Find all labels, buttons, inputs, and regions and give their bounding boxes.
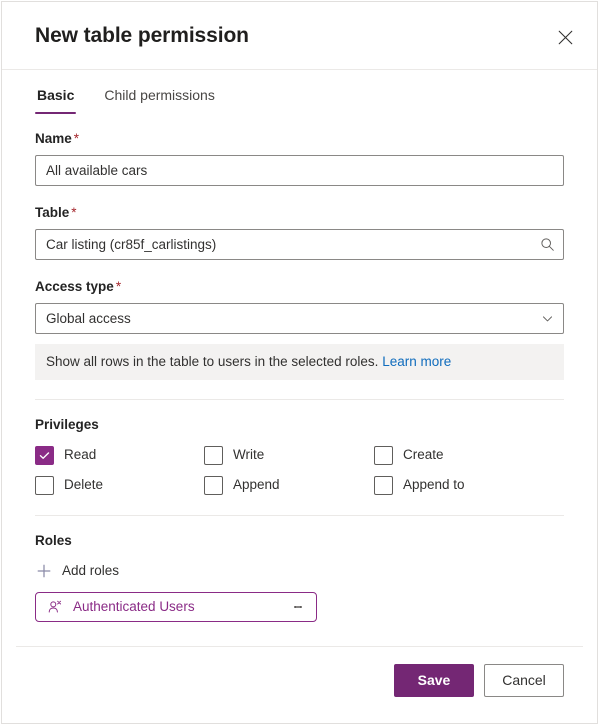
privilege-delete-label: Delete <box>64 477 104 492</box>
privilege-append-to-label: Append to <box>403 477 465 492</box>
learn-more-link[interactable]: Learn more <box>382 354 451 369</box>
table-label: Table * <box>35 204 564 222</box>
chevron-down-icon[interactable] <box>532 304 563 333</box>
add-roles-label: Add roles <box>62 563 120 578</box>
name-label: Name * <box>35 130 564 148</box>
privileges-divider <box>35 399 564 400</box>
tab-basic[interactable]: Basic <box>35 85 77 114</box>
role-chip-authenticated-users[interactable]: Authenticated Users <box>35 592 317 622</box>
name-field-group: Name * <box>35 130 564 186</box>
checkbox-read[interactable] <box>35 445 54 465</box>
privilege-write[interactable]: Write <box>204 444 374 466</box>
roles-section-title: Roles <box>35 533 72 548</box>
privilege-append-to[interactable]: Append to <box>374 474 564 496</box>
tab-child-permissions[interactable]: Child permissions <box>102 85 216 114</box>
privilege-read[interactable]: Read <box>35 444 204 466</box>
privilege-create[interactable]: Create <box>374 444 564 466</box>
access-type-label-text: Access type <box>35 279 114 294</box>
access-type-label: Access type * <box>35 278 564 296</box>
access-type-field-group: Access type * <box>35 278 564 334</box>
roles-divider <box>35 515 564 516</box>
checkbox-delete[interactable] <box>35 475 54 495</box>
name-required-asterisk: * <box>73 131 80 146</box>
person-icon <box>46 599 63 616</box>
name-label-text: Name <box>35 131 72 146</box>
dialog-header: New table permission <box>2 2 597 70</box>
more-vertical-icon[interactable] <box>290 597 306 617</box>
table-required-asterisk: * <box>71 205 77 220</box>
close-icon <box>558 30 573 45</box>
role-chip-label: Authenticated Users <box>73 599 195 614</box>
cancel-button[interactable]: Cancel <box>484 664 564 697</box>
privilege-delete[interactable]: Delete <box>35 474 204 496</box>
name-input[interactable] <box>35 155 564 186</box>
checkbox-write[interactable] <box>204 445 223 465</box>
privilege-append-label: Append <box>233 477 280 492</box>
access-type-helper-text: Show all rows in the table to users in t… <box>46 354 379 369</box>
dialog-footer: Save Cancel <box>16 646 583 723</box>
access-type-select[interactable] <box>35 303 564 334</box>
checkbox-append-to[interactable] <box>374 475 393 495</box>
access-type-required-asterisk: * <box>115 279 122 294</box>
privilege-read-label: Read <box>64 447 97 462</box>
search-icon[interactable] <box>532 230 563 259</box>
privilege-write-label: Write <box>233 447 265 462</box>
save-button[interactable]: Save <box>394 664 474 697</box>
table-input[interactable] <box>35 229 564 260</box>
privileges-section-title: Privileges <box>35 417 99 432</box>
tab-basic-label: Basic <box>37 87 75 103</box>
page-title: New table permission <box>35 23 249 47</box>
access-type-select-wrap <box>35 303 564 334</box>
table-input-wrap <box>35 229 564 260</box>
privilege-create-label: Create <box>403 447 444 462</box>
privileges-grid: Read Write Create Delete Append Append t… <box>35 444 564 496</box>
privilege-append[interactable]: Append <box>204 474 374 496</box>
tab-list: Basic Child permissions <box>2 70 597 114</box>
table-label-text: Table <box>35 205 70 220</box>
access-type-helper-bar: Show all rows in the table to users in t… <box>35 344 564 380</box>
more-dot <box>299 605 302 609</box>
plus-icon <box>35 562 53 580</box>
add-roles-button[interactable]: Add roles <box>35 560 119 582</box>
checkbox-create[interactable] <box>374 445 393 465</box>
table-field-group: Table * <box>35 204 564 260</box>
new-table-permission-dialog: New table permission Basic Child permiss… <box>1 1 598 724</box>
close-button[interactable] <box>547 19 583 55</box>
tab-child-permissions-label: Child permissions <box>104 87 215 103</box>
dialog-body: Name* Table* Access type* <box>2 114 597 646</box>
checkbox-append[interactable] <box>204 475 223 495</box>
